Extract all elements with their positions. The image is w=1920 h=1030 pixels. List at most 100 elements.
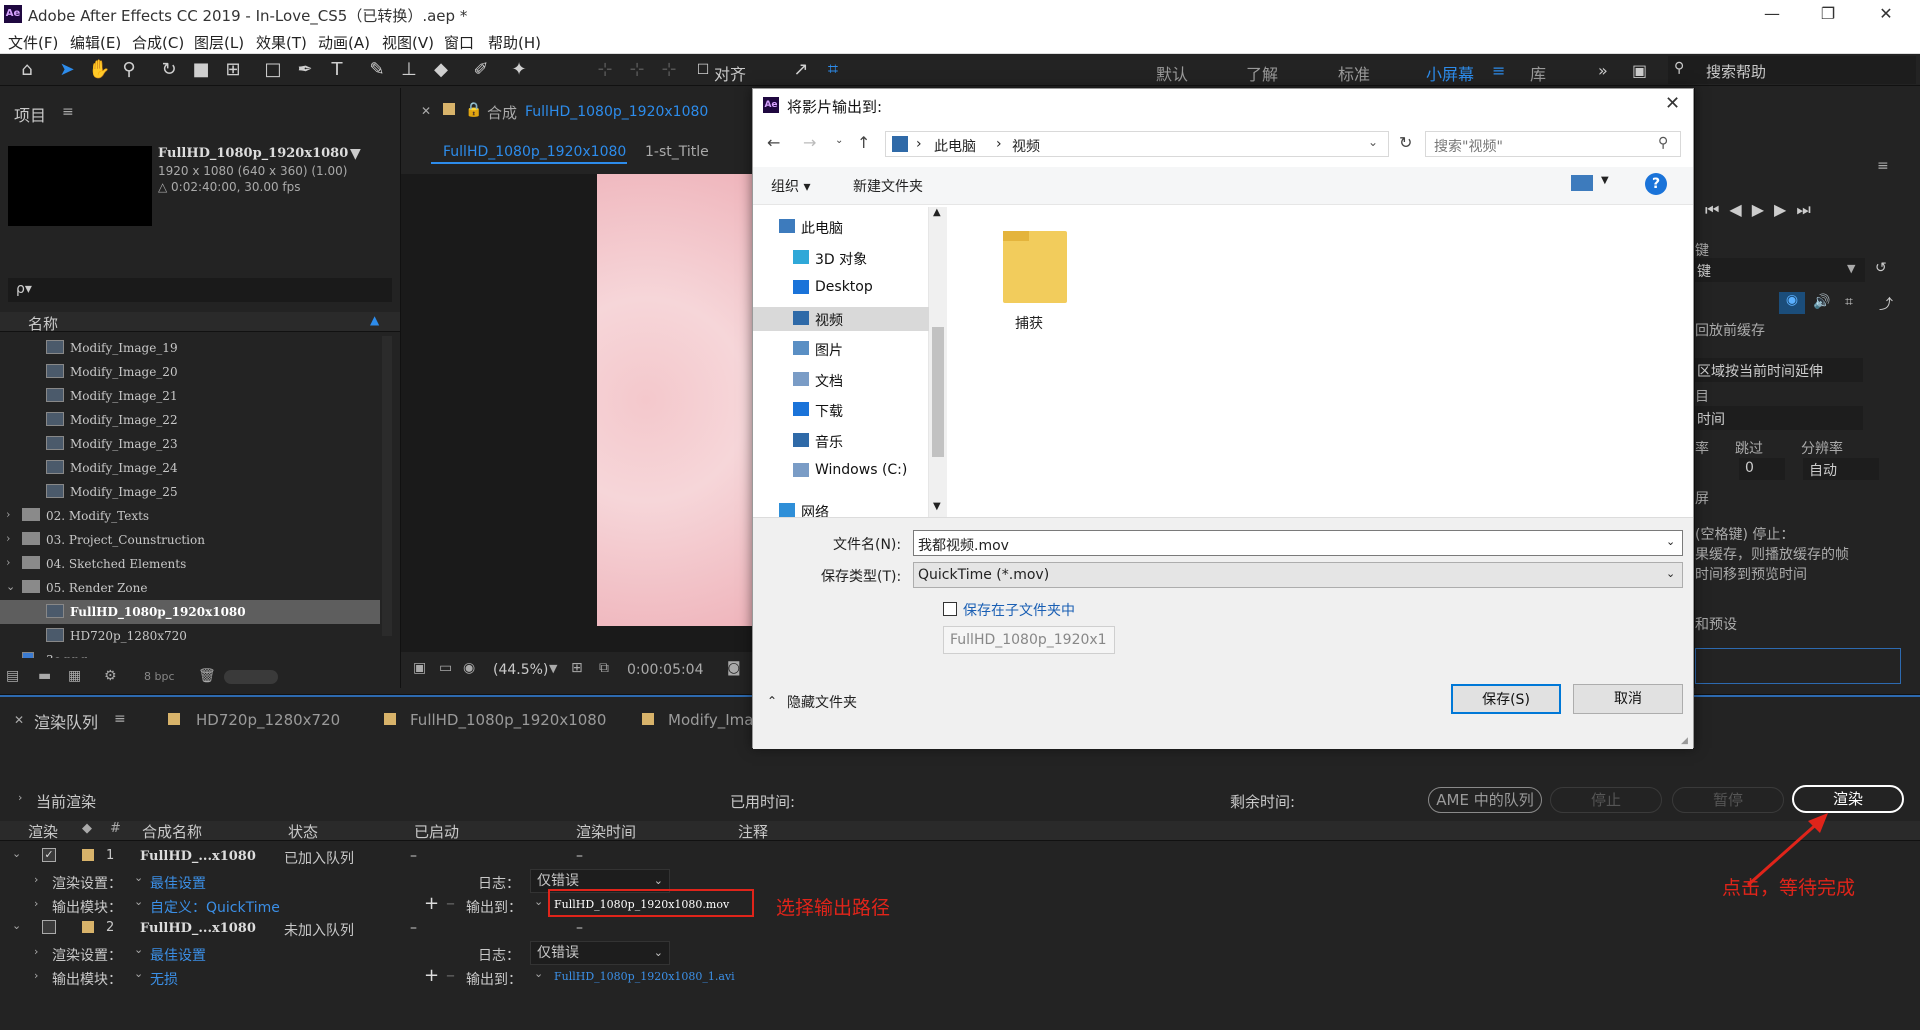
presets-label[interactable]: 和预设 bbox=[1695, 614, 1737, 634]
remove-output-icon[interactable]: – bbox=[446, 893, 455, 914]
chevron-down-icon[interactable]: ⌄ bbox=[134, 943, 143, 956]
col-status[interactable]: 状态 bbox=[288, 821, 318, 842]
project-item[interactable]: › 02. Modify_Texts bbox=[0, 504, 380, 528]
item2-collapse-icon[interactable]: ⌄ bbox=[12, 919, 21, 932]
project-item[interactable]: Modify_Image_22 bbox=[0, 408, 380, 432]
camera-snapshot-icon[interactable]: ◙ bbox=[727, 660, 741, 676]
subfolder-checkbox[interactable] bbox=[943, 602, 957, 616]
sort-asc-icon[interactable]: ▲ bbox=[370, 313, 379, 327]
home-icon[interactable]: ⌂ bbox=[16, 59, 38, 81]
sync-settings-icon[interactable]: ▣ bbox=[1632, 61, 1647, 80]
menu-item-2[interactable]: 合成(C) bbox=[132, 32, 184, 53]
project-item[interactable]: HD720p_1280x720 bbox=[0, 624, 380, 648]
menu-item-1[interactable]: 编辑(E) bbox=[70, 32, 121, 53]
col-render-time[interactable]: 渲染时间 bbox=[576, 821, 636, 842]
pen-tool-icon[interactable]: ✒ bbox=[294, 59, 316, 81]
more-workspaces-icon[interactable]: » bbox=[1598, 61, 1608, 80]
new-composition-icon[interactable]: ▦ bbox=[68, 668, 81, 684]
camera-tool-icon[interactable]: ■ bbox=[190, 59, 212, 81]
workspace-learn[interactable]: 了解 bbox=[1246, 61, 1278, 85]
thumbnail-slider[interactable] bbox=[224, 670, 278, 684]
expand-icon[interactable]: › bbox=[34, 969, 38, 982]
expand-icon[interactable]: › bbox=[34, 945, 38, 958]
dialog-search-input[interactable]: 搜索"视频" ⚲ bbox=[1425, 131, 1681, 157]
mask-visibility-icon[interactable]: ◉ bbox=[463, 660, 475, 676]
organize-button[interactable]: 组织 ▾ bbox=[771, 176, 810, 196]
item2-comp-name[interactable]: FullHD_...x1080 bbox=[140, 921, 256, 936]
range-select[interactable]: 区域按当前时间延伸 bbox=[1695, 358, 1863, 382]
hand-tool-icon[interactable]: ✋ bbox=[88, 59, 110, 81]
up-icon[interactable]: ↑ bbox=[857, 133, 870, 152]
cancel-button[interactable]: 取消 bbox=[1573, 684, 1683, 714]
nav-item-music[interactable]: 音乐 bbox=[753, 429, 929, 453]
timeline-tab-modify[interactable]: Modify_Imag bbox=[668, 711, 763, 729]
scroll-up-icon[interactable]: ▲ bbox=[933, 207, 941, 218]
menu-item-8[interactable]: 帮助(H) bbox=[488, 32, 541, 53]
comp-breadcrumb-2[interactable]: 1-st_Title bbox=[645, 144, 709, 160]
hide-folders-label[interactable]: 隐藏文件夹 bbox=[787, 692, 857, 712]
panel-menu-icon[interactable]: ≡ bbox=[62, 104, 74, 120]
chevron-down-icon[interactable]: ⌄ bbox=[534, 895, 543, 908]
timeline-tab-fullhd[interactable]: FullHD_1080p_1920x1080 bbox=[410, 711, 606, 729]
chevron-down-icon[interactable]: ⌄ bbox=[1666, 535, 1675, 548]
nav-item-3d-objects[interactable]: 3D 对象 bbox=[753, 246, 929, 270]
close-render-tab-icon[interactable]: ✕ bbox=[14, 713, 24, 727]
export-icon[interactable]: ⤴ bbox=[1879, 294, 1893, 314]
nav-item-pictures[interactable]: 图片 bbox=[753, 337, 929, 361]
text-tool-icon[interactable]: T bbox=[326, 59, 348, 81]
subfolder-label[interactable]: 保存在子文件夹中 bbox=[963, 600, 1075, 620]
savetype-select[interactable]: QuickTime (*.mov) ⌄ bbox=[913, 562, 1683, 588]
item1-label-color[interactable] bbox=[82, 849, 94, 861]
comp-tab-name[interactable]: FullHD_1080p_1920x1080 bbox=[525, 104, 755, 120]
zoom-dropdown-icon[interactable]: ▼ bbox=[549, 662, 557, 675]
audio-toggle-icon[interactable]: 🔊 bbox=[1813, 294, 1830, 310]
menu-item-3[interactable]: 图层(L) bbox=[194, 32, 244, 53]
project-item[interactable]: FullHD_1080p_1920x1080 bbox=[0, 600, 380, 624]
zoom-tool-icon[interactable]: ⚲ bbox=[118, 59, 140, 81]
nav-item-videos[interactable]: 视频 bbox=[753, 306, 929, 331]
ame-queue-button[interactable]: AME 中的队列 bbox=[1428, 787, 1542, 813]
workspace-default[interactable]: 默认 bbox=[1156, 61, 1188, 85]
col-number[interactable]: # bbox=[110, 821, 121, 836]
col-started[interactable]: 已启动 bbox=[414, 821, 459, 842]
region-icon[interactable]: ⧉ bbox=[599, 660, 609, 676]
item1-output-to-value[interactable]: FullHD_1080p_1920x1080.mov bbox=[554, 898, 729, 911]
menu-item-5[interactable]: 动画(A) bbox=[318, 32, 370, 53]
project-item[interactable]: ⌄ 05. Render Zone bbox=[0, 576, 380, 600]
snap-checkbox[interactable]: ☐ bbox=[692, 59, 714, 81]
preview-menu-icon[interactable]: ≡ bbox=[1877, 158, 1889, 174]
timeline-tab-hd720[interactable]: HD720p_1280x720 bbox=[196, 711, 340, 729]
clone-stamp-tool-icon[interactable]: ⊥ bbox=[398, 59, 420, 81]
resolution-select[interactable]: 自动 bbox=[1803, 458, 1879, 480]
recent-dropdown-icon[interactable]: ⌄ bbox=[835, 135, 843, 146]
add-output-icon[interactable]: + bbox=[424, 893, 439, 914]
project-search-input[interactable]: ρ▾ bbox=[8, 278, 392, 302]
current-timecode[interactable]: 0:00:05:04 bbox=[627, 662, 704, 678]
path-this-pc[interactable]: 此电脑 bbox=[934, 136, 976, 156]
item1-render-checkbox[interactable]: ✓ bbox=[42, 848, 56, 862]
item1-comp-name[interactable]: FullHD_...x1080 bbox=[140, 849, 256, 864]
skip-select[interactable]: 0 bbox=[1739, 458, 1785, 480]
close-comp-tab-icon[interactable]: ✕ bbox=[421, 104, 431, 118]
col-comment[interactable]: 注释 bbox=[738, 821, 768, 842]
comp-viewer[interactable] bbox=[401, 174, 761, 652]
nav-item-downloads[interactable]: 下载 bbox=[753, 398, 929, 422]
expand-icon[interactable]: › bbox=[34, 897, 38, 910]
zoom-level[interactable]: (44.5%) bbox=[493, 662, 548, 678]
nav-scrollbar[interactable]: ▲ ▼ bbox=[929, 207, 947, 517]
nav-item-desktop[interactable]: Desktop bbox=[753, 276, 929, 300]
scroll-down-icon[interactable]: ▼ bbox=[933, 501, 941, 512]
workspace-menu-icon[interactable]: ≡ bbox=[1492, 61, 1505, 80]
save-button[interactable]: 保存(S) bbox=[1451, 684, 1561, 714]
item2-output-to-value[interactable]: FullHD_1080p_1920x1080_1.avi bbox=[554, 970, 735, 983]
item2-log-select[interactable]: 仅错误 ⌄ bbox=[530, 941, 670, 965]
item2-label-color[interactable] bbox=[82, 921, 94, 933]
scroll-thumb[interactable] bbox=[932, 327, 944, 457]
display-icon[interactable]: ▭ bbox=[439, 660, 452, 676]
help-icon[interactable]: ? bbox=[1645, 173, 1667, 195]
nav-item-documents[interactable]: 文档 bbox=[753, 368, 929, 392]
close-icon[interactable]: ✕ bbox=[1866, 2, 1906, 26]
lock-icon[interactable]: 🔒 bbox=[465, 102, 482, 118]
comp-breadcrumb-1[interactable]: FullHD_1080p_1920x1080 bbox=[431, 142, 627, 164]
eraser-tool-icon[interactable]: ◆ bbox=[430, 59, 452, 81]
